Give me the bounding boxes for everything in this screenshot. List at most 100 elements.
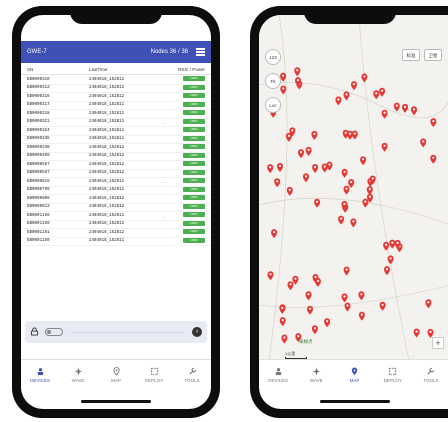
count-button[interactable]: 123 [265,49,281,65]
table-row[interactable]: EB0000321 2404018_152811.. 100% [21,118,211,127]
map-pin[interactable] [379,301,386,311]
map-pin[interactable] [358,311,365,321]
locate-button[interactable]: Loc [265,97,281,113]
map-pin[interactable] [279,304,286,314]
map-pin[interactable] [343,266,350,276]
table-row[interactable]: EB0000619 2404018_152811.. 100% [21,178,211,187]
table-row[interactable]: EB0001169 2404018_152811 100% [21,237,211,246]
table-row[interactable]: EB0001161 2404018_152812 100% [21,229,211,238]
map-pin[interactable] [281,334,288,344]
map-pin[interactable] [358,291,365,301]
table-row[interactable]: EB0000335 2404018_152811 100% [21,135,211,144]
map-pin[interactable] [362,198,369,208]
table-row[interactable]: EB0000798 2404018_152811 100% [21,186,211,195]
nav-tools[interactable]: TOOLS [412,360,448,389]
table-row[interactable]: EB0000310 2404018_152812 100% [21,76,211,85]
map-pin[interactable] [274,178,281,188]
map-pin[interactable] [267,164,274,174]
toggle-switch[interactable] [45,328,63,336]
map-pin[interactable] [312,164,319,173]
map-pin[interactable] [305,146,312,156]
map-pin[interactable] [314,198,321,208]
map-pin[interactable] [298,149,304,159]
map-pin[interactable] [430,154,437,164]
lock-icon[interactable] [30,323,39,341]
map-pin[interactable] [279,317,286,327]
table-row[interactable]: EB0000409 2404018_152812 100% [21,152,211,161]
map-pin[interactable] [389,239,396,249]
nav-wave[interactable]: WAVE [59,360,97,389]
fit-button[interactable]: Fit [265,73,281,89]
map-pin[interactable] [321,163,328,173]
map-pin[interactable] [311,130,318,140]
map-pin[interactable] [294,67,301,77]
map-pin[interactable] [413,328,420,338]
map-pin[interactable] [303,173,309,183]
table-row[interactable]: EB0000567 2404018_152812 100% [21,161,211,170]
map-pin[interactable] [425,299,432,309]
map-pin[interactable] [347,130,353,140]
nav-map[interactable]: MAP [335,360,373,389]
zoom-in-button[interactable]: + [432,337,444,349]
table-row[interactable]: EB0000316 2404018_152812 100% [21,93,211,102]
standard-map-button[interactable]: 标准 [402,49,420,61]
map-pin[interactable] [420,138,427,148]
nav-devices[interactable]: DEVICES [21,360,59,389]
map-pin[interactable] [335,96,342,106]
map-pin[interactable] [343,91,350,101]
satellite-map-button[interactable]: 卫星 [424,49,442,61]
nav-devices[interactable]: DEVICES [259,360,297,389]
menu-icon[interactable] [196,47,205,58]
map-view[interactable]: 123 Fit Loc 标准 卫星 + 采样点 1公里 [259,15,448,361]
map-pin[interactable] [402,103,408,113]
map-pin[interactable] [360,156,367,166]
map-pin[interactable] [381,109,388,119]
map-pin[interactable] [361,73,368,83]
map-pin[interactable] [341,293,348,303]
map-pin[interactable] [324,318,331,328]
table-row[interactable]: EB0000808 2404018_152812 100% [21,195,211,204]
map-pin[interactable] [351,81,357,91]
table-row[interactable]: EB0000338 2404018_152812 100% [21,144,211,153]
map-pin[interactable] [286,186,293,196]
map-pin[interactable] [344,302,351,312]
nav-tools[interactable]: TOOLS [173,360,211,389]
map-pin[interactable] [384,266,390,276]
map-pin[interactable] [338,215,345,225]
table-row[interactable]: EB0000597 2404018_152812 100% [21,169,211,178]
table-row[interactable]: EB0001156 2404018_152811.. 100% [21,212,211,221]
nav-deploy[interactable]: DEPLOY [135,360,173,389]
map-pin[interactable] [287,281,294,291]
map-pin[interactable] [411,106,417,116]
map-pin[interactable] [350,218,357,228]
table-row[interactable]: EB0000812 2404018_152812 100% [21,203,211,212]
map-pin[interactable] [373,90,380,100]
map-pin[interactable] [343,185,350,195]
table-row[interactable]: EB0000317 2404018_152811 100% [21,101,211,110]
map-pin[interactable] [348,179,355,188]
right-phone: 123 Fit Loc 标准 卫星 + 采样点 1公里 DEVICES WAVE [250,6,448,418]
table-row[interactable]: EB0001159 2404018_152812 100% [21,220,211,229]
map-pin[interactable] [341,168,348,178]
nav-wave[interactable]: WAVE [297,360,335,389]
forward-button[interactable]: › [192,327,202,337]
device-sn: EB0000321 [27,120,50,125]
map-pin[interactable] [393,102,400,112]
table-row[interactable]: EB0000313 2404018_152812 100% [21,84,211,93]
map-pin[interactable] [381,142,388,152]
nav-map[interactable]: MAP [97,360,135,389]
map-pin[interactable] [271,229,278,239]
map-pin[interactable] [387,255,394,265]
map-pin[interactable] [430,118,437,128]
map-pin[interactable] [311,325,318,335]
map-pin[interactable] [280,72,287,82]
nav-deploy[interactable]: DEPLOY [374,360,412,389]
table-row[interactable]: EB0000324 2404018_152811 100% [21,127,211,136]
map-pin[interactable] [267,271,274,281]
map-pin[interactable] [307,305,313,315]
table-row[interactable]: EB0000318 2404018_152812 100% [21,110,211,119]
map-pin[interactable] [280,85,287,95]
map-pin[interactable] [277,163,283,172]
map-pin[interactable] [305,291,312,301]
map-pin[interactable] [379,87,386,97]
